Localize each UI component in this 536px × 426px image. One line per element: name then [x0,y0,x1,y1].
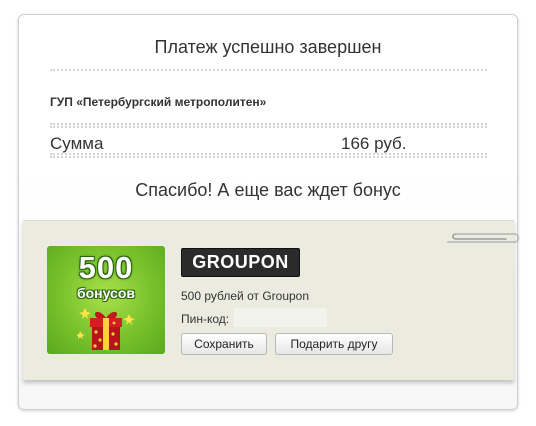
bonus-panel: 500 бонусов GROUPON 500 рублей от Groupo… [23,220,514,380]
divider [50,69,487,71]
divider [50,123,487,128]
payment-title: Платеж успешно завершен [154,37,382,57]
save-button[interactable]: Сохранить [181,333,267,355]
gift-to-friend-button[interactable]: Подарить другу [275,333,393,355]
merchant-name: ГУП «Петербургский метрополитен» [50,95,267,109]
paperclip-icon [447,233,520,243]
sum-label: Сумма [50,134,104,153]
badge-number: 500 [78,250,134,285]
offer-text: 500 рублей от Groupon [181,289,310,303]
bonus-badge: 500 бонусов [47,246,165,354]
sum-value: 166 руб. [341,134,407,153]
pin-code-field [234,308,327,327]
pin-label: Пин-код: [181,312,230,326]
payment-card: Платеж успешно завершен ГУП «Петербургск… [18,14,518,410]
groupon-logo: GROUPON [181,248,300,277]
gift-box-icon [77,308,135,350]
thanks-heading: Спасибо! А еще вас ждет бонус [135,180,401,200]
divider [50,153,487,158]
badge-word: бонусов [76,285,136,301]
